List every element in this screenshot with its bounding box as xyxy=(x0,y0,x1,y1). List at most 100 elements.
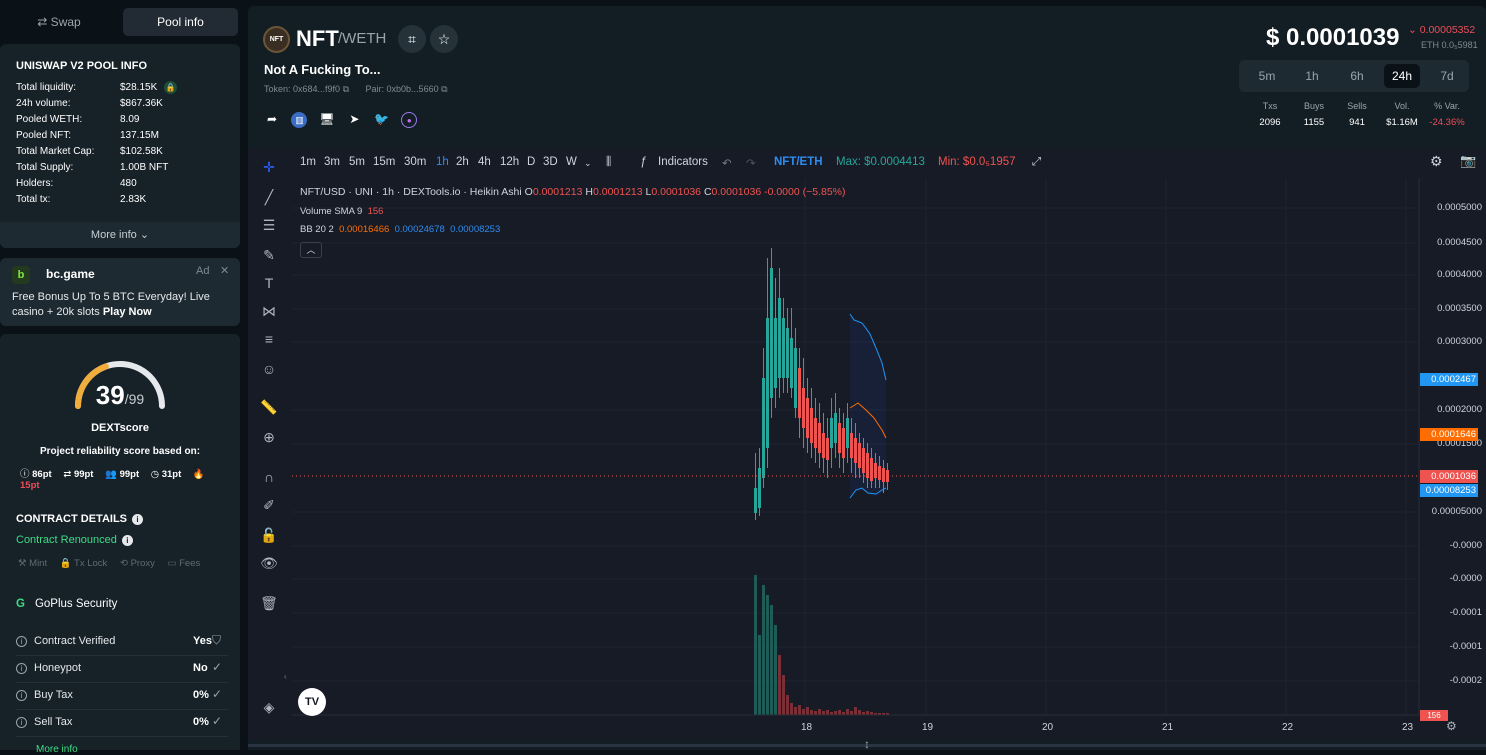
price-axis-label: -0.0000 xyxy=(1449,573,1482,584)
main-panel: NFT NFT /WETH ⌗ ☆ Not A Fucking To... To… xyxy=(248,6,1486,751)
score-points: ⓘ 86pt ⇄ 99pt 👥 99pt ◷ 31pt 🔥 15pt xyxy=(20,466,230,491)
info-icon[interactable]: i xyxy=(132,513,144,525)
timeframe-5m[interactable]: 5m xyxy=(1249,64,1285,88)
ad-name: bc.game xyxy=(46,267,95,281)
dextscore-card: 39/99 DEXTscore Project reliability scor… xyxy=(0,334,240,755)
flag-label: Mint xyxy=(29,558,48,569)
security-row: i Buy Tax 0% ✓ xyxy=(16,684,228,710)
token-address[interactable]: Token: 0x684...f9f0 ⧉ xyxy=(264,84,349,94)
info-points: ⓘ 86pt xyxy=(20,469,52,480)
price-chart[interactable]: ✛ ╱ ☰ ✎ T ⋈ ≡ ☺ 📏 ⊕ ∩ ✐ 🔓 👁 🗑 ◈ 1m 3m 5m… xyxy=(248,148,1486,741)
timeframe-24h[interactable]: 24h xyxy=(1384,64,1420,88)
tab-pool-info[interactable]: Pool info xyxy=(123,8,238,36)
timeframe-1h[interactable]: 1h xyxy=(1294,64,1330,88)
twitter-icon[interactable]: 🐦 xyxy=(374,111,390,127)
candle-body xyxy=(866,453,869,478)
stat-label: Sells xyxy=(1347,101,1367,111)
flag-label: Proxy xyxy=(130,558,155,569)
lock-icon[interactable]: 🔒 xyxy=(164,81,177,94)
security-row: i Honeypot No ✓ xyxy=(16,657,228,683)
timeframe-selector: 5m 1h 6h 24h 7d xyxy=(1239,60,1469,92)
pool-row-label: Total tx: xyxy=(16,194,51,205)
binoculars-button[interactable]: ⌗ xyxy=(398,25,426,53)
timeframe-7d[interactable]: 7d xyxy=(1429,64,1465,88)
pool-row-value: $867.36K xyxy=(120,98,163,109)
info-icon[interactable]: i xyxy=(121,534,133,546)
volume-bar xyxy=(774,625,777,715)
candle-body xyxy=(810,408,813,443)
panel-resize-handle[interactable]: ↕ xyxy=(248,737,1486,751)
time-axis-label: 22 xyxy=(1282,722,1294,733)
close-icon[interactable]: ✕ xyxy=(220,264,229,277)
candle-body xyxy=(786,328,789,378)
stat-label: Txs xyxy=(1262,101,1278,111)
stat-label: % Var. xyxy=(1434,101,1460,111)
telegram-icon[interactable]: ➤ xyxy=(346,111,362,127)
pool-row-value: 1.00B NFT xyxy=(120,162,169,173)
goplus-security: G GoPlus Security xyxy=(16,598,117,610)
candle-body xyxy=(862,448,865,473)
contract-flags: ⚒ Mint 🔒 Tx Lock ⟲ Proxy ▭ Fees xyxy=(18,558,210,569)
pool-row-label: Pooled WETH: xyxy=(16,114,83,125)
candle-body xyxy=(754,488,757,513)
volume-bar xyxy=(758,635,761,715)
tab-swap[interactable]: ⇄ Swap xyxy=(4,8,114,36)
security-row: i Contract Verified Yes ⛉ xyxy=(16,630,228,656)
info-icon[interactable]: i xyxy=(16,663,27,674)
website-icon[interactable]: 🖥 xyxy=(319,111,335,127)
price-axis-label: 0.00005000 xyxy=(1431,506,1482,517)
volume-bar xyxy=(846,709,849,715)
etherscan-icon[interactable]: ▥ xyxy=(291,112,308,128)
volume-bar xyxy=(858,710,861,715)
token-price: $ 0.0001039 xyxy=(1266,24,1400,51)
time-axis-label: 19 xyxy=(922,722,934,733)
favorite-button[interactable]: ☆ xyxy=(430,25,458,53)
dex-icon[interactable]: ● xyxy=(401,112,418,128)
binoculars-icon: ⌗ xyxy=(408,31,416,47)
volume-bar xyxy=(834,711,837,715)
ad-card[interactable]: b bc.game Ad ✕ Free Bonus Up To 5 BTC Ev… xyxy=(0,258,240,326)
pool-more-info-button[interactable]: More info ⌄ xyxy=(0,222,240,248)
ad-cta-link[interactable]: Play Now xyxy=(103,306,152,318)
price-axis-label: -0.0002 xyxy=(1449,675,1482,686)
stat-label: Buys xyxy=(1303,101,1324,111)
candle-body xyxy=(814,418,817,448)
points-value: 99pt xyxy=(119,469,140,480)
price-axis-label: 0.0005000 xyxy=(1437,202,1482,213)
copy-icon[interactable]: ⧉ xyxy=(343,84,349,94)
tradingview-logo[interactable]: TV xyxy=(298,688,326,716)
pool-row: Pooled NFT: 137.15M xyxy=(16,130,226,146)
volume-bar xyxy=(818,709,821,715)
pool-row-value: 2.83K xyxy=(120,194,147,205)
flag-proxy: ⟲ Proxy xyxy=(119,558,155,569)
candle-body xyxy=(794,348,797,408)
candle-body xyxy=(778,298,781,378)
renounced-label: Contract Renounced xyxy=(16,534,117,546)
axis-settings-icon[interactable]: ⚙ xyxy=(1446,719,1457,733)
score-number: 39 xyxy=(95,380,125,410)
pool-row-value: 480 xyxy=(120,178,137,189)
volume-bar xyxy=(778,655,781,715)
collapse-toolbar-icon[interactable]: ‹ xyxy=(284,672,287,681)
volume-bar xyxy=(806,707,809,715)
flag-fees: ▭ Fees xyxy=(167,558,201,569)
legend-collapse-button[interactable]: ︿ xyxy=(300,242,322,258)
check-icon: ✓ xyxy=(212,687,223,701)
volume-bar xyxy=(854,707,857,715)
stat-value: -24.36% xyxy=(1429,117,1465,128)
check-icon: ✓ xyxy=(212,660,223,674)
volume-bar xyxy=(838,710,841,715)
info-icon[interactable]: i xyxy=(16,717,27,728)
info-icon[interactable]: i xyxy=(16,690,27,701)
stat-volume: Vol. $1.16M xyxy=(1380,101,1424,128)
check-icon: ✓ xyxy=(212,714,223,728)
pool-row: 24h volume: $867.36K xyxy=(16,98,226,114)
info-icon[interactable]: i xyxy=(16,636,27,647)
share-icon[interactable]: ➦ xyxy=(264,111,280,127)
copy-icon[interactable]: ⧉ xyxy=(441,84,447,94)
timeframe-6h[interactable]: 6h xyxy=(1339,64,1375,88)
pool-row-value: $28.15K xyxy=(120,82,158,93)
pair-address[interactable]: Pair: 0xb0b...5660 ⧉ xyxy=(366,84,448,94)
security-label: Contract Verified xyxy=(34,635,116,647)
star-icon: ☆ xyxy=(437,31,451,47)
